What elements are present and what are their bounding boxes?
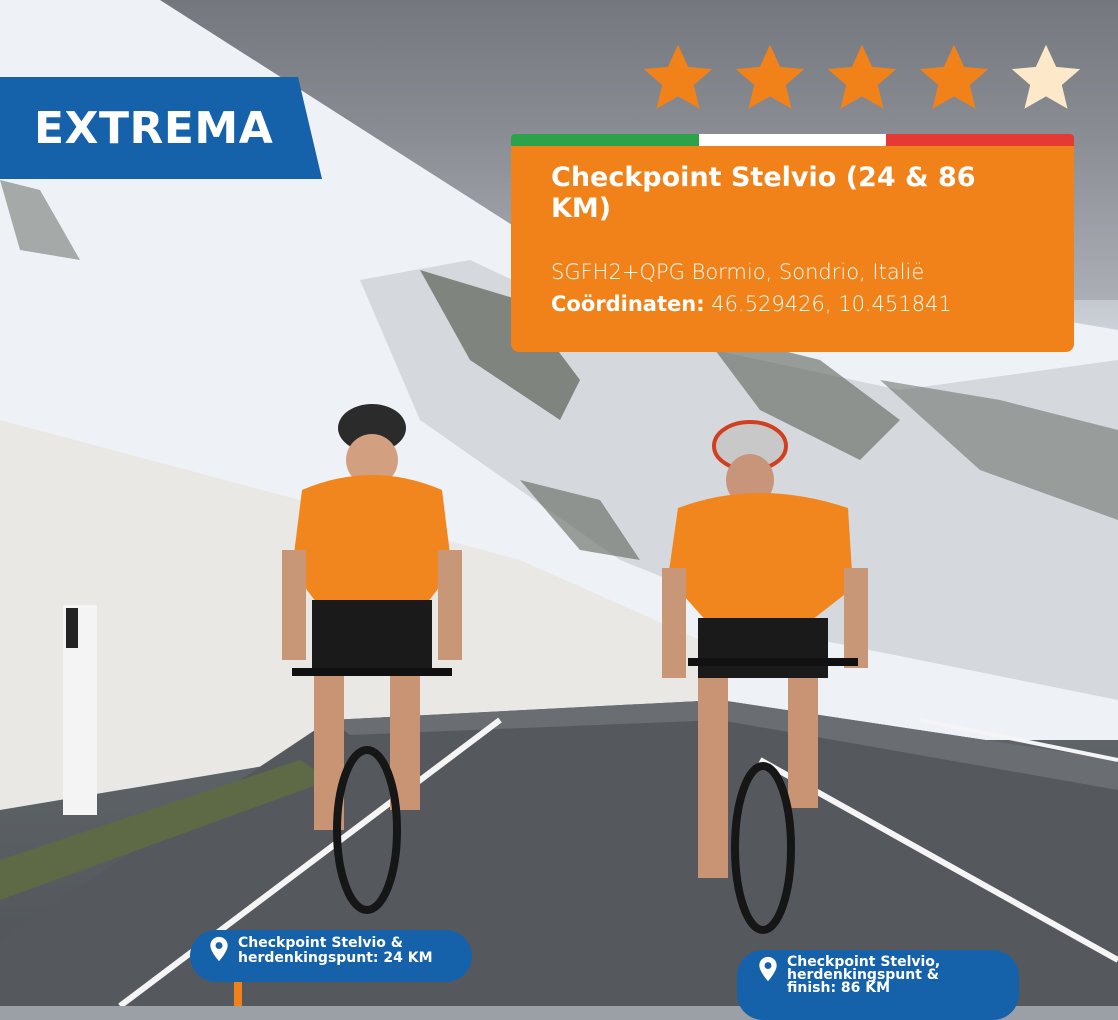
- category-badge: EXTREMA: [0, 77, 322, 179]
- star-icon: [1011, 44, 1081, 109]
- star-icon: [735, 44, 805, 109]
- pin-label: Checkpoint Stelvio, herdenkingspunt & fi…: [787, 954, 941, 996]
- pin-label: Checkpoint Stelvio & herdenkingspunt: 24…: [238, 935, 433, 966]
- flag-red-band: [886, 134, 1074, 146]
- flag-green-band: [511, 134, 699, 146]
- checkpoint-info-card: Checkpoint Stelvio (24 & 86 KM) SGFH2+QP…: [511, 146, 1074, 352]
- card-address: SGFH2+QPG Bormio, Sondrio, Italië: [551, 260, 925, 284]
- card-title: Checkpoint Stelvio (24 & 86 KM): [551, 162, 976, 224]
- cyclist-right: [662, 420, 868, 934]
- flag-white-band: [698, 134, 887, 146]
- coordinates-label: Coördinaten:: [551, 292, 705, 316]
- badge-label: EXTREMA: [34, 102, 274, 154]
- checkpoint-pin-24km[interactable]: Checkpoint Stelvio & herdenkingspunt: 24…: [190, 930, 472, 982]
- star-icon: [919, 44, 989, 109]
- location-pin-icon: [759, 956, 777, 982]
- pin-stem: [234, 982, 242, 1006]
- coordinates-value: 46.529426, 10.451841: [711, 292, 952, 316]
- card-coordinates: Coördinaten: 46.529426, 10.451841: [551, 288, 1034, 320]
- star-icon: [827, 44, 897, 109]
- star-icon: [643, 44, 713, 109]
- italian-flag-strip: [511, 134, 1074, 146]
- location-pin-icon: [210, 936, 228, 962]
- cyclist-left: [282, 404, 462, 914]
- difficulty-rating: [640, 40, 1100, 120]
- checkpoint-pin-86km[interactable]: Checkpoint Stelvio, herdenkingspunt & fi…: [737, 950, 1019, 1020]
